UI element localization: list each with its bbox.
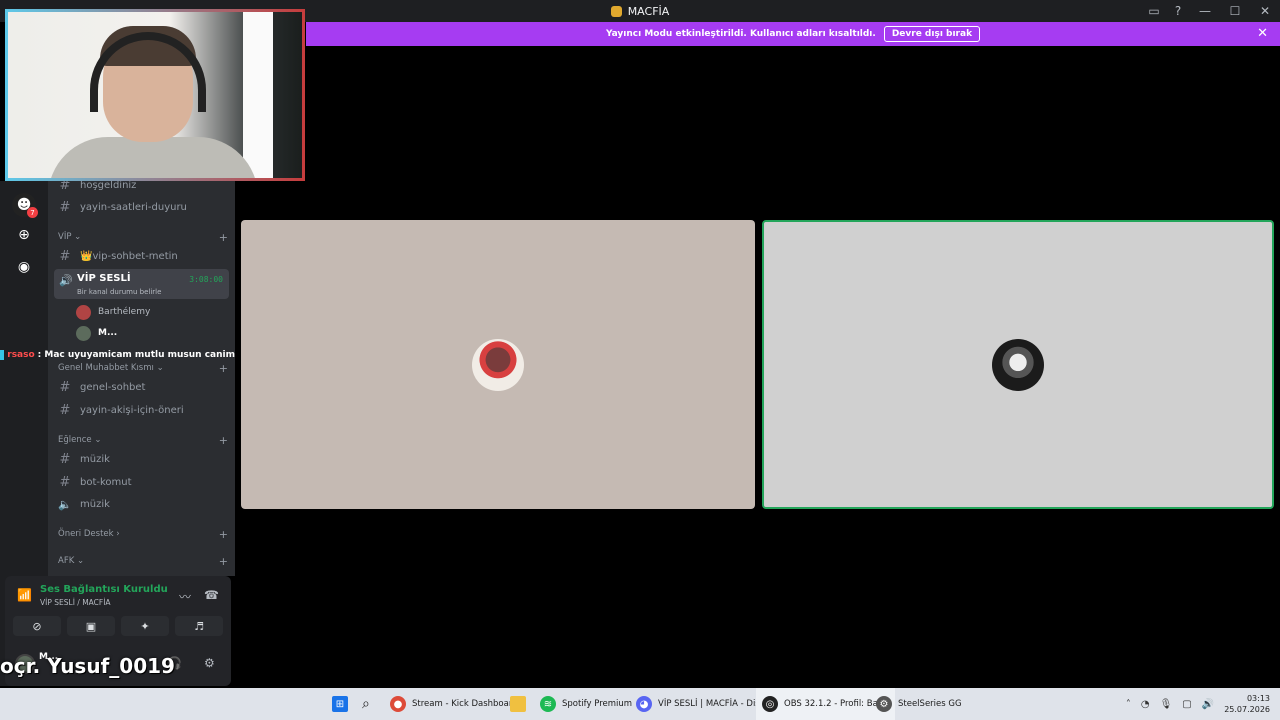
windows-taskbar: ⊞ ⌕ ● Stream - Kick Dashboar ≋ Spotify P… [0, 688, 1280, 720]
window-title: MACFİA [627, 4, 670, 18]
avatar [76, 325, 91, 341]
voice-member[interactable]: Barthélemy [76, 303, 150, 321]
voice-channel-vip-sesli[interactable]: 🔊 VİP SESLİ Bir kanal durumu belirle 3:0… [54, 269, 229, 299]
stream-overlay-name: oçr. Yusuf_0019 [0, 654, 175, 678]
voice-status-subtitle[interactable]: VİP SESLİ / MACFİA [40, 598, 111, 607]
start-button[interactable]: ⊞ [332, 688, 348, 720]
camera-off-button[interactable]: ⊘ [13, 616, 61, 636]
discord-icon: ◕ [636, 696, 652, 712]
noise-suppression-icon[interactable]: 〰 [179, 588, 191, 605]
speaker-icon: 🔈 [58, 497, 72, 511]
disconnect-icon[interactable]: ☎ [204, 588, 219, 602]
add-server-icon[interactable]: ⊕ [12, 223, 36, 247]
volume-icon[interactable]: 🔊 [1202, 699, 1214, 710]
taskbar-item-spotify[interactable]: ≋ Spotify Premium [540, 688, 632, 720]
taskbar-item-steelseries[interactable]: ⚙ SteelSeries GG [876, 688, 962, 720]
activities-icon: ✦ [140, 619, 150, 633]
channel-yayin-akisi[interactable]: # yayin-akişi-için-öneri [54, 399, 229, 421]
soundboard-icon: ♬ [194, 619, 204, 633]
hash-icon: # [59, 474, 71, 490]
voice-timer: 3:08:00 [189, 275, 223, 284]
help-icon[interactable]: ? [1166, 0, 1190, 22]
channel-genel-sohbet[interactable]: # genel-sohbet [54, 376, 229, 398]
category-afk[interactable]: AFK ⌄ + [58, 554, 228, 568]
discover-icon[interactable]: ◉ [12, 255, 36, 279]
microphone-icon[interactable]: 🎙 [1160, 699, 1173, 710]
hash-icon: # [59, 181, 71, 193]
signal-icon: 📶 [17, 588, 32, 602]
soundboard-button[interactable]: ♬ [175, 616, 223, 636]
display-icon[interactable]: ▢ [1182, 699, 1191, 710]
banner-message: Yayıncı Modu etkinleştirildi. Kullanıcı … [605, 29, 876, 39]
app-title: MACFİA [610, 4, 670, 18]
voice-channel-muzik[interactable]: 🔈 müzik [54, 493, 229, 515]
activities-button[interactable]: ✦ [121, 616, 169, 636]
chat-overlay-message: rsaso : Mac uyuyamicam mutlu musun canim [0, 348, 235, 362]
taskbar-item-discord[interactable]: ◕ VİP SESLİ | MACFİA - Dis [636, 688, 760, 720]
disable-streamer-mode-button[interactable]: Devre dışı bırak [883, 26, 981, 42]
system-tray: ˄ ◔ 🎙 ▢ 🔊 03:13 25.07.2026 [1126, 688, 1270, 720]
clock[interactable]: 03:13 25.07.2026 [1224, 693, 1270, 715]
participant-tile[interactable] [241, 220, 755, 509]
add-channel-icon[interactable]: + [219, 362, 228, 375]
voice-member[interactable]: M... [76, 324, 117, 342]
hash-icon: # [59, 248, 71, 264]
chat-badge-icon [0, 350, 5, 360]
channel-yayin-saatleri[interactable]: # yayin-saatleri-duyuru [54, 196, 229, 218]
add-channel-icon[interactable]: + [219, 528, 228, 541]
voice-status-title[interactable]: Ses Bağlantısı Kuruldu [40, 584, 168, 595]
channel-list: # hoşgeldiniz # yayin-saatleri-duyuru Vİ… [48, 181, 235, 576]
file-explorer-icon[interactable] [510, 688, 526, 720]
screen-share-button[interactable]: ▣ [67, 616, 115, 636]
channel-muzik[interactable]: # müzik [54, 448, 229, 470]
category-genel[interactable]: Genel Muhabbet Kısmı ⌄ + [58, 361, 228, 375]
chevron-up-icon[interactable]: ˄ [1126, 699, 1131, 710]
channel-hosgeldiniz[interactable]: # hoşgeldiniz [54, 181, 229, 196]
avatar [76, 304, 91, 320]
banner-close-icon[interactable]: ✕ [1257, 26, 1268, 41]
close-button[interactable]: ✕ [1250, 0, 1280, 22]
steelseries-icon: ⚙ [876, 696, 892, 712]
search-icon[interactable]: ⌕ [362, 688, 370, 720]
fox-logo-icon [610, 5, 622, 17]
category-eglence[interactable]: Eğlence ⌄ + [58, 433, 228, 447]
participant-tile-speaking[interactable] [762, 220, 1274, 509]
taskbar-item-chrome[interactable]: ● Stream - Kick Dashboar [390, 688, 512, 720]
channel-bot-komut[interactable]: # bot-komut [54, 471, 229, 493]
add-channel-icon[interactable]: + [219, 231, 228, 244]
gear-icon[interactable]: ⚙ [204, 656, 215, 670]
screen-share-icon: ▣ [85, 619, 97, 633]
streamer-mode-banner: Yayıncı Modu etkinleştirildi. Kullanıcı … [306, 22, 1280, 46]
chat-text: : Mac uyuyamicam mutlu musun canim [37, 350, 235, 360]
obs-icon: ◎ [762, 696, 778, 712]
hash-icon: # [59, 402, 71, 418]
chrome-icon: ● [390, 696, 406, 712]
add-channel-icon[interactable]: + [219, 555, 228, 568]
camera-off-icon: ⊘ [32, 619, 42, 633]
category-vip[interactable]: VİP ⌄ + [58, 230, 228, 244]
windows-icon: ⊞ [332, 696, 348, 712]
taskbar-item-obs[interactable]: ◎ OBS 32.1.2 - Profil: Başlıl [756, 688, 896, 720]
hash-icon: # [59, 379, 71, 395]
hash-icon: # [59, 451, 71, 467]
wifi-icon[interactable]: ◔ [1141, 699, 1150, 710]
add-channel-icon[interactable]: + [219, 434, 228, 447]
minimize-button[interactable]: — [1190, 0, 1220, 22]
webcam-overlay [5, 9, 305, 181]
inbox-icon[interactable]: ▭ [1142, 0, 1166, 22]
channel-vip-sohbet-metin[interactable]: # 👑vip-sohbet-metin [54, 245, 229, 267]
avatar [992, 338, 1044, 391]
maximize-button[interactable]: ☐ [1220, 0, 1250, 22]
speaker-icon: 🔊 [59, 274, 73, 287]
chat-username: rsaso [7, 350, 35, 360]
spotify-icon: ≋ [540, 696, 556, 712]
notification-badge: 7 [27, 207, 38, 218]
category-oneri-destek[interactable]: Öneri Destek › + [58, 527, 228, 541]
channel-status[interactable]: Bir kanal durumu belirle [77, 288, 161, 296]
avatar [472, 338, 524, 391]
hash-icon: # [59, 199, 71, 215]
